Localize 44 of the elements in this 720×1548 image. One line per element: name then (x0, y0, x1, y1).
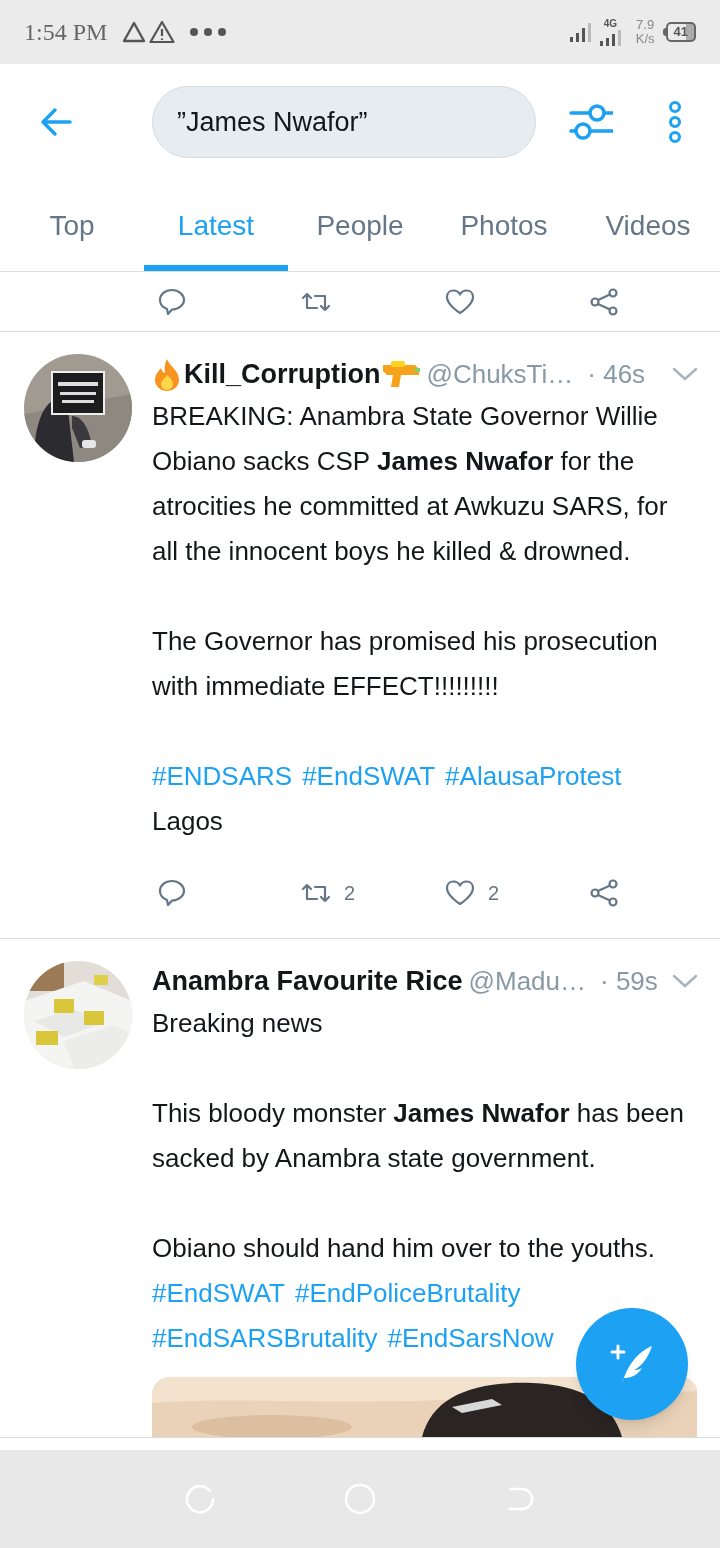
fire-icon (152, 357, 182, 391)
status-time: 1:54 PM (24, 18, 108, 47)
tweet-text: BREAKING: Anambra State Governor Willie Obiano sacks CSP James Nwafor for the atrocities he committed at Awkuzu SARS, for all the innocent boys he killed & drowned. (152, 400, 669, 568)
user-name: Anambra Favourite Rice (152, 964, 463, 998)
water-gun-icon (380, 359, 421, 389)
share-icon[interactable] (588, 877, 620, 909)
user-handle[interactable]: @Madu… (468, 961, 587, 1001)
tab[interactable]: Videos (576, 180, 720, 271)
tweet-text: Breaking news (152, 1007, 324, 1040)
user-handle[interactable]: @ChuksTi… (426, 354, 574, 394)
tab[interactable]: Photos (432, 180, 576, 271)
tab[interactable]: Latest (144, 180, 288, 271)
hashtag-link[interactable]: #EndSWAT (152, 1271, 285, 1316)
hashtag-link[interactable]: #EndSWAT (302, 754, 436, 799)
tweet-text: Obiano should hand him over to the youths. (152, 1232, 656, 1265)
tweet-text: This bloody monster James Nwafor has been sacked by Anambra state government. (152, 1097, 685, 1175)
hashtag-link[interactable]: #ENDSARS (152, 754, 293, 799)
hashtag-link[interactable]: #AlausaProtest (445, 754, 622, 799)
search-field[interactable]: ”James Nwafor” (152, 86, 536, 158)
hashtag-link[interactable]: #EndPoliceBrutality (294, 1271, 521, 1316)
user-name: Kill_Corruption (184, 357, 381, 391)
retweet-count: 2 (344, 881, 356, 906)
filter-icon[interactable] (569, 102, 613, 142)
share-icon[interactable] (588, 285, 620, 318)
hashtag-link[interactable]: #EndSARSBrutality (152, 1316, 378, 1361)
signal-icon (599, 30, 624, 46)
signal-icon (569, 22, 594, 42)
tweet-text: Lagos (152, 805, 224, 838)
network-speed: 7.9 (636, 18, 655, 32)
tweet-time: · 59s (600, 964, 658, 998)
more-options-icon[interactable] (668, 101, 682, 143)
battery-level: 41 (665, 22, 696, 42)
battery-tip (662, 28, 666, 36)
triangle-icon (121, 20, 148, 44)
network-speed-unit: K/s (635, 32, 655, 46)
warning-icon (149, 20, 176, 44)
tab[interactable]: Top (0, 180, 144, 271)
like-count: 2 (488, 881, 500, 906)
reply-icon[interactable] (156, 877, 188, 909)
tweet-time: · 46s (587, 357, 646, 391)
hashtag-link[interactable]: #EndSarsNow (387, 1316, 554, 1361)
tab[interactable]: People (288, 180, 432, 271)
tweet-text: The Governor has promised his prosecution with immediate EFFECT!!!!!!!!! (152, 625, 659, 703)
network-type: 4G (603, 17, 618, 31)
